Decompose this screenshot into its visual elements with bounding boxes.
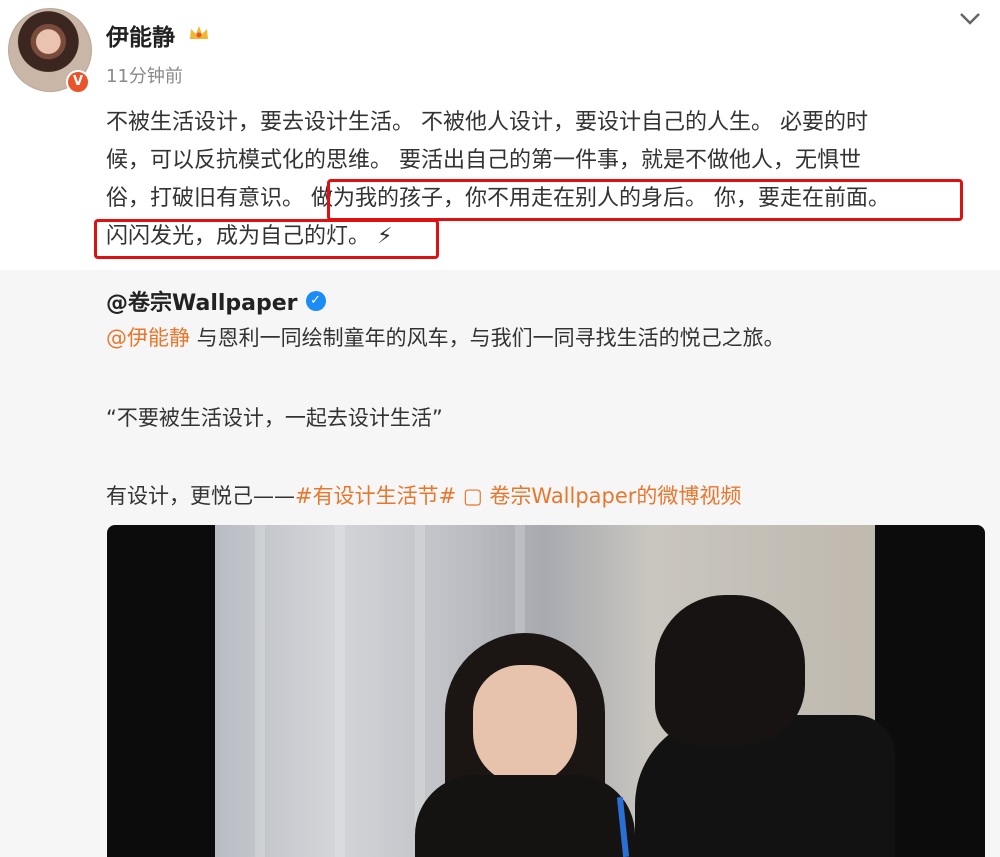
- video-player[interactable]: [107, 525, 985, 857]
- video-frame: [215, 525, 895, 857]
- man-hair: [655, 595, 805, 745]
- repost-text: 与恩利一同绘制童年的风车，与我们一同寻找生活的悦己之旅。: [190, 326, 785, 350]
- tagline-text: 有设计，更悦己——: [106, 484, 295, 508]
- blue-verified-icon: ✓: [305, 291, 326, 311]
- woman-face: [473, 665, 577, 785]
- hashtag-link[interactable]: #有设计生活节#: [295, 484, 456, 508]
- red-highlight-box: [94, 219, 439, 259]
- post-text-line: 不被生活设计，要去设计生活。 不被他人设计，要设计自己的人生。 必要的时: [106, 110, 868, 135]
- repost-author-name[interactable]: @卷宗Wallpaper: [106, 285, 298, 317]
- video-link[interactable]: ▢ 卷宗Wallpaper的微博视频: [456, 484, 742, 508]
- repost-text-line: @伊能静 与恩利一同绘制童年的风车，与我们一同寻找生活的悦己之旅。: [106, 322, 785, 352]
- red-highlight-box: [327, 179, 963, 221]
- repost-author-row: @卷宗Wallpaper ✓: [106, 285, 326, 317]
- chevron-down-icon[interactable]: [955, 8, 985, 30]
- repost-tagline: 有设计，更悦己——#有设计生活节# ▢ 卷宗Wallpaper的微博视频: [106, 480, 741, 510]
- woman-top: [415, 775, 635, 857]
- verified-badge-icon: V: [66, 70, 90, 94]
- repost-quote: “不要被生活设计，一起去设计生活”: [106, 406, 443, 430]
- curtain-fold: [255, 525, 265, 857]
- crown-icon: [190, 26, 208, 39]
- curtain-fold: [335, 525, 345, 857]
- author-name[interactable]: 伊能静: [106, 18, 175, 52]
- post-text-line: 候，可以反抗模式化的思维。 要活出自己的第一件事，就是不做他人，无惧世: [106, 148, 861, 173]
- mention-link[interactable]: @伊能静: [106, 326, 190, 350]
- post-time: 11分钟前: [106, 66, 183, 87]
